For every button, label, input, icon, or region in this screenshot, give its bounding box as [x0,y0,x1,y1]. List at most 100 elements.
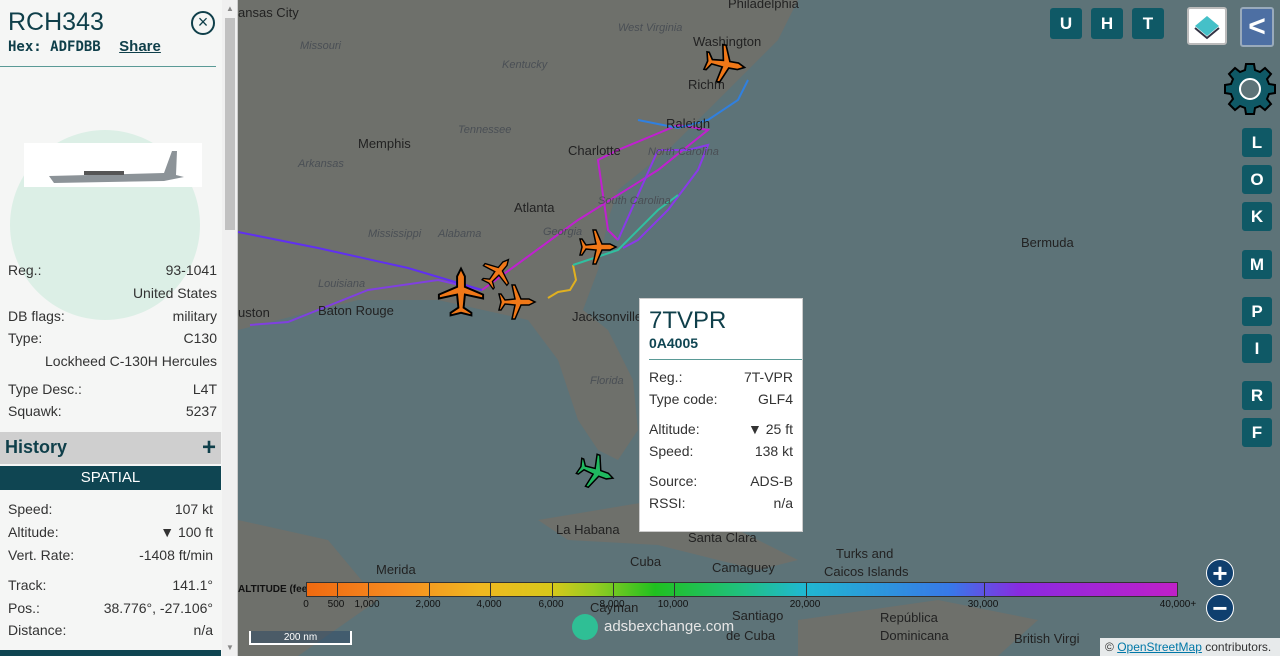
aircraft-marker-icon[interactable] [497,282,537,322]
detail-value: 5237 [185,403,217,419]
popup-value: 138 kt [754,443,793,459]
spatial-label: Distance: [8,622,67,638]
spatial-value: -1408 ft/min [139,547,213,563]
map-label-alabama: Alabama [438,228,482,240]
popup-value: GLF4 [757,391,793,407]
map-label-north-carolina: North Carolina [648,146,719,158]
popup-row: Speed: 138 kt [649,440,793,462]
map[interactable]: ansas City Missouri Kentucky West Virginia W… [238,0,1280,656]
scrollbar-thumb[interactable] [225,18,235,230]
map-label-florida: Florida [590,375,624,387]
legend-tick-label: 30,000 [967,599,999,610]
popup-label: Speed: [649,443,694,459]
toggle-t-button[interactable]: T [1132,8,1164,39]
popup-label: Source: [649,473,698,489]
legend-tick [552,583,553,598]
map-label-jacksonville: Jacksonville [572,309,643,324]
collapse-panel-button[interactable]: < [1240,7,1274,47]
toggle-m-button[interactable]: M [1242,250,1272,279]
spatial-row: Altitude: ▼ 100 ft [8,524,213,540]
spatial-row: Pos.: 38.776°, -27.106° [8,600,213,616]
detail-value: 93-1041 [165,262,217,278]
toggle-o-button[interactable]: O [1242,165,1272,194]
map-label-georgia: Georgia [543,226,583,238]
detail-row: Squawk: 5237 [8,403,217,419]
hex-value: ADFDBB [50,39,101,55]
map-layers-button[interactable] [1187,7,1227,45]
share-link[interactable]: Share [119,38,161,55]
detail-value: military [172,308,217,324]
toggle-f-button[interactable]: F [1242,418,1272,447]
toggle-h-button[interactable]: H [1091,8,1123,39]
spatial-row: Vert. Rate: -1408 ft/min [8,547,213,563]
map-label-camaguey: Camaguey [712,560,775,575]
legend-tick-label: 1,000 [354,599,380,610]
map-label-kentucky: Kentucky [502,59,548,71]
history-section-header[interactable]: History + [0,432,221,464]
toggle-i-button[interactable]: I [1242,334,1272,363]
detail-row: United States [8,285,217,301]
map-label-memphis: Memphis [358,136,411,151]
scale-bar: 200 nm [249,631,352,645]
openstreetmap-link[interactable]: OpenStreetMap [1117,640,1202,654]
detail-row: Type: C130 [8,330,217,346]
legend-tick-label: 500 [327,599,345,610]
aircraft-marker-icon[interactable] [700,39,751,90]
scroll-up-icon[interactable]: ▲ [226,4,234,13]
aircraft-marker-icon[interactable] [578,227,618,267]
spatial-label: Vert. Rate: [8,547,75,563]
map-label-turks-and: Turks and [836,546,894,561]
map-label-rep-blica: República [880,610,938,625]
legend-tick [429,583,430,598]
toggle-r-button[interactable]: R [1242,381,1272,410]
close-icon[interactable]: × [191,11,215,35]
legend-tick-label: 8,000 [599,599,625,610]
legend-tick-label: 20,000 [789,599,821,610]
spatial-value: n/a [193,622,213,638]
map-label-merida: Merida [376,562,416,577]
detail-row: Type Desc.: L4T [8,381,217,397]
popup-value: ▼ 25 ft [748,421,793,437]
aircraft-hover-popup: 7TVPR 0A4005 Reg.: 7T-VPR Type code: GLF4 Al… [639,298,803,532]
legend-tick [674,583,675,598]
toggle-k-button[interactable]: K [1242,202,1272,231]
divider [0,66,216,67]
popup-row: RSSI: n/a [649,492,793,514]
map-label-louisiana: Louisiana [318,278,366,290]
zoom-in-button[interactable]: + [1206,559,1234,587]
spatial-label: Speed: [8,501,53,517]
popup-label: RSSI: [649,495,686,511]
popup-label: Reg.: [649,369,683,385]
popup-label: Altitude: [649,421,700,437]
popup-callsign: 7TVPR [649,307,727,334]
hex-row: Hex: ADFDBB Share [8,38,161,55]
popup-hex: 0A4005 [649,335,699,351]
detail-value: C130 [183,330,217,346]
map-label-west-virginia: West Virginia [618,22,683,34]
legend-tick [368,583,369,598]
aircraft-photo[interactable] [24,143,202,187]
popup-row: Altitude: ▼ 25 ft [649,418,793,440]
map-label-atlanta: Atlanta [514,200,555,215]
zoom-out-button[interactable]: − [1206,594,1234,622]
legend-tick [806,583,807,598]
map-label-british-virgi: British Virgi [1014,631,1080,646]
toggle-l-button[interactable]: L [1242,128,1272,157]
settings-gear-icon[interactable] [1222,61,1278,117]
map-label-arkansas: Arkansas [298,158,344,170]
popup-row: Type code: GLF4 [649,388,793,410]
spatial-section-header[interactable]: SPATIAL [0,466,221,490]
toggle-u-button[interactable]: U [1050,8,1082,39]
spatial-row: Speed: 107 kt [8,501,213,517]
toggle-p-button[interactable]: P [1242,297,1272,326]
popup-value: ADS-B [750,473,793,489]
attribution-suffix: contributors. [1201,640,1272,654]
expand-plus-icon[interactable]: + [202,434,216,462]
spatial-row: Track: 141.1° [8,577,213,593]
scroll-down-icon[interactable]: ▼ [226,643,234,652]
map-label-baton-rouge: Baton Rouge [318,303,394,318]
sidebar-scrollbar[interactable]: ▲ ▼ [222,0,237,656]
spatial-row: Distance: n/a [8,622,213,638]
